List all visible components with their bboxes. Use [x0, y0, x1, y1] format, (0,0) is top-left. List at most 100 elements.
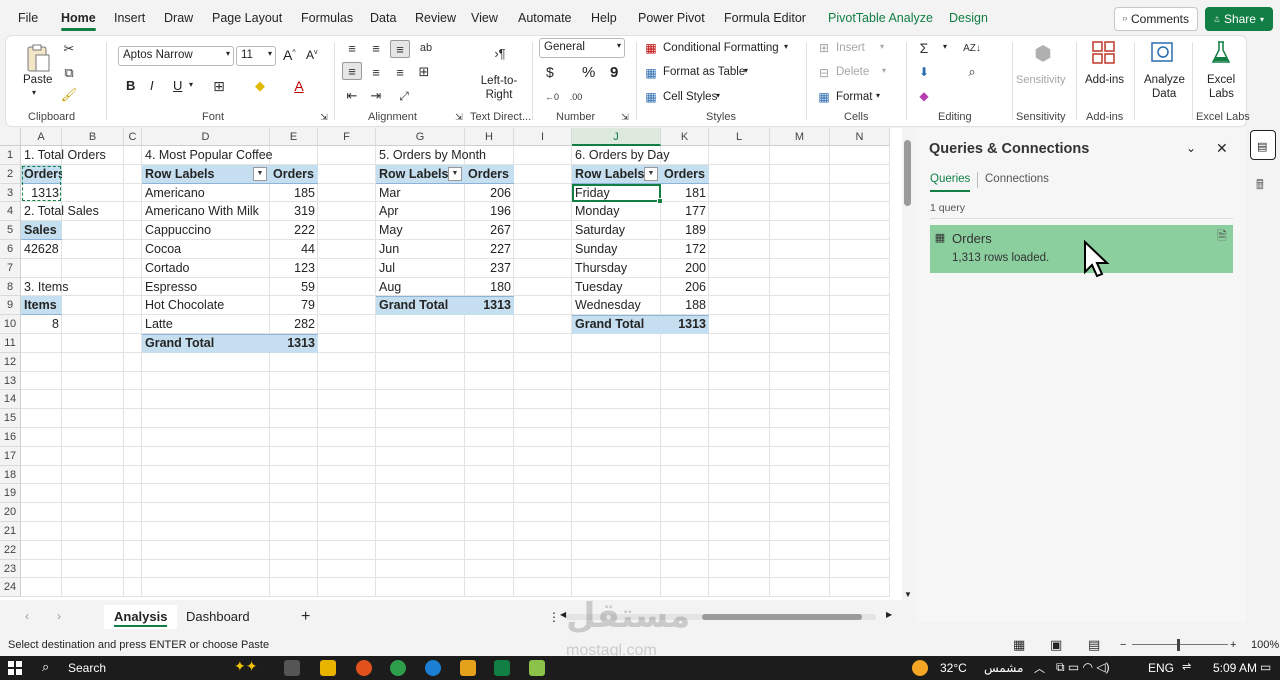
autosum-icon[interactable]: Σ — [916, 40, 932, 56]
font-color-icon[interactable]: A — [291, 78, 307, 94]
app-taskbar-icon[interactable] — [529, 660, 545, 676]
row-header-24[interactable]: 24 — [0, 578, 21, 598]
coffee-pivot-row-label[interactable]: Cappuccino — [142, 221, 270, 240]
sheet-tab-dashboard[interactable]: Dashboard — [176, 605, 260, 629]
increase-indent-icon[interactable]: ⇥ — [368, 88, 384, 104]
copy-icon[interactable]: ⧉ — [62, 65, 76, 80]
day-pivot-row-label[interactable]: Thursday — [572, 259, 661, 278]
coffee-pivot-grand-total-label[interactable]: Grand Total — [142, 334, 270, 353]
fill-color-icon[interactable]: ◆ — [252, 78, 268, 94]
increase-decimal-icon[interactable]: ←0 — [544, 90, 560, 104]
row-header-3[interactable]: 3 — [0, 183, 21, 203]
column-header-d[interactable]: D — [142, 128, 270, 146]
scroll-down-icon[interactable]: ▼ — [904, 590, 912, 599]
paragraph-direction-icon[interactable]: ›¶ — [488, 44, 512, 62]
analyze-data-icon[interactable] — [1150, 40, 1176, 66]
row-header-6[interactable]: 6 — [0, 240, 21, 259]
scroll-thumb[interactable] — [904, 140, 911, 206]
search-icon[interactable]: ⌕ — [42, 659, 49, 675]
weather-condition[interactable]: مشمس — [984, 661, 1023, 675]
chevron-down-icon[interactable]: ▾ — [876, 91, 880, 100]
windows-start-icon[interactable] — [8, 661, 22, 675]
tab-pivottable-analyze[interactable]: PivotTable Analyze — [828, 11, 933, 25]
horizontal-scrollbar[interactable] — [566, 614, 876, 620]
column-header-b[interactable]: B — [62, 128, 124, 146]
column-header-f[interactable]: F — [318, 128, 376, 146]
chevron-down-icon[interactable]: ▾ — [784, 42, 788, 51]
format-painter-icon[interactable]: 🖌 — [61, 87, 78, 102]
month-pivot-grand-total-label[interactable]: Grand Total — [376, 296, 465, 315]
total-sales-value[interactable]: 42628 — [21, 240, 62, 259]
row-header-23[interactable]: 23 — [0, 559, 21, 579]
tab-automate[interactable]: Automate — [518, 11, 572, 25]
sort-filter-icon[interactable]: AZ↓ — [962, 40, 982, 56]
coffee-pivot-row-label[interactable]: Americano — [142, 184, 270, 203]
zoom-out-icon[interactable]: − — [1120, 634, 1126, 656]
grow-font-icon[interactable]: A^ — [283, 47, 296, 63]
total-sales-header[interactable]: Sales — [21, 221, 62, 240]
row-header-13[interactable]: 13 — [0, 371, 21, 391]
fill-handle[interactable] — [657, 198, 663, 205]
coffee-pivot-title[interactable]: 4. Most Popular Coffee — [142, 146, 376, 165]
row-header-9[interactable]: 9 — [0, 296, 21, 316]
refresh-document-icon[interactable]: 🗎 — [1216, 229, 1228, 244]
align-left-icon[interactable]: ≡ — [342, 62, 362, 80]
column-header-k[interactable]: K — [661, 128, 709, 146]
filter-dropdown-icon[interactable]: ▼ — [448, 166, 462, 181]
italic-button[interactable]: I — [150, 78, 154, 93]
month-pivot-orders-header[interactable]: Orders — [465, 165, 514, 184]
month-pivot-row-label[interactable]: Mar — [376, 184, 465, 203]
day-pivot-grand-total-label[interactable]: Grand Total — [572, 315, 661, 334]
scroll-right-icon[interactable]: ▶ — [886, 610, 892, 619]
row-header-22[interactable]: 22 — [0, 540, 21, 560]
share-button[interactable]: Share ▾ — [1205, 7, 1273, 31]
page-layout-view-icon[interactable]: ▣ — [1050, 634, 1062, 656]
align-top-icon[interactable]: ≡ — [344, 40, 360, 56]
format-cells-button[interactable]: Format — [836, 91, 872, 103]
items-value[interactable]: 8 — [21, 315, 62, 334]
merge-center-icon[interactable]: ⊞ — [416, 64, 432, 80]
row-header-2[interactable]: 2 — [0, 164, 21, 184]
chrome-icon[interactable] — [390, 660, 406, 676]
comma-button[interactable]: 9 — [610, 64, 618, 81]
zoom-in-icon[interactable]: + — [1230, 634, 1236, 656]
row-header-20[interactable]: 20 — [0, 503, 21, 522]
close-icon[interactable]: ✕ — [1216, 140, 1228, 157]
tab-formulas[interactable]: Formulas — [301, 11, 353, 25]
find-select-icon[interactable]: ⌕ — [964, 64, 980, 80]
tab-file[interactable]: File — [18, 11, 38, 25]
align-bottom-icon[interactable]: ≡ — [390, 40, 410, 58]
chevron-down-icon[interactable]: ▾ — [882, 66, 886, 75]
wrap-text-icon[interactable]: ab — [418, 40, 434, 56]
row-header-12[interactable]: 12 — [0, 352, 21, 372]
tab-queries[interactable]: Queries — [930, 173, 970, 185]
tab-page-layout[interactable]: Page Layout — [212, 11, 282, 25]
chevron-up-icon[interactable]: ︿ — [1034, 660, 1045, 676]
day-pivot-row-value[interactable]: 181 — [661, 184, 709, 203]
font-size-select[interactable]: 11 ▾ — [236, 46, 276, 66]
tab-insert[interactable]: Insert — [114, 11, 145, 25]
row-header-16[interactable]: 16 — [0, 428, 21, 447]
chevron-down-icon[interactable]: ⌄ — [1186, 141, 1196, 155]
day-pivot-row-value[interactable]: 188 — [661, 296, 709, 315]
font-name-select[interactable]: Aptos Narrow ▾ — [118, 46, 234, 66]
brave-browser-icon[interactable] — [356, 660, 372, 676]
tab-formula-editor[interactable]: Formula Editor — [724, 11, 806, 25]
coffee-pivot-row-value[interactable]: 123 — [270, 259, 318, 278]
select-all-corner[interactable] — [0, 128, 21, 146]
month-pivot-row-label[interactable]: Jul — [376, 259, 465, 278]
add-ins-icon[interactable] — [1091, 40, 1117, 66]
coffee-pivot-row-value[interactable]: 79 — [270, 296, 318, 315]
coffee-pivot-row-label[interactable]: Latte — [142, 315, 270, 334]
day-pivot-row-value[interactable]: 200 — [661, 259, 709, 278]
bold-button[interactable]: B — [126, 78, 135, 93]
day-pivot-row-value[interactable]: 189 — [661, 221, 709, 240]
day-pivot-row-label[interactable]: Wednesday — [572, 296, 661, 315]
filter-dropdown-icon[interactable]: ▼ — [644, 166, 658, 181]
tab-draw[interactable]: Draw — [164, 11, 193, 25]
items-title[interactable]: 3. Items — [21, 278, 124, 297]
underline-button[interactable]: U — [173, 78, 182, 93]
items-header[interactable]: Items — [21, 296, 62, 315]
paste-icon[interactable] — [24, 42, 52, 74]
percent-button[interactable]: % — [582, 64, 595, 81]
